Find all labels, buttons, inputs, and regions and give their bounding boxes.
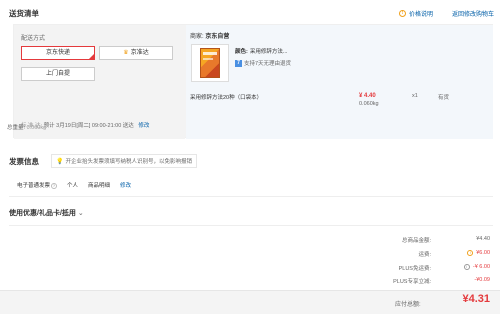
invoice-type-label: 电子普通发票 bbox=[17, 183, 51, 189]
total-weight-value: 0.060kg bbox=[26, 125, 47, 131]
book-cover-icon bbox=[200, 48, 220, 78]
invoice-type: 电子普通发票? bbox=[17, 181, 58, 189]
shipping-method-label: 配送方式 bbox=[21, 36, 46, 42]
info-icon[interactable]: ! bbox=[467, 250, 474, 256]
invoice-tip-text: 开企业抬头发票须填写纳税人识别号，以免影响报销 bbox=[65, 159, 192, 165]
summary-label: PLUS免运费: bbox=[398, 266, 431, 272]
summary-value: -¥0.09 bbox=[474, 277, 490, 283]
product-name[interactable]: 采用修辞方法20种（口袋本） bbox=[190, 93, 262, 101]
return-policy-tag: 7 支持7天无理由退货 bbox=[235, 59, 291, 67]
delivery-time-value: 预计 3月19日[周二] 09:00-21:00 送达 bbox=[43, 123, 134, 129]
summary-row-plus-free-shipping: PLUS免运费: i -¥ 6.00 bbox=[300, 264, 490, 272]
product-color-value: 采用修辞方法... bbox=[249, 49, 288, 55]
lightbulb-icon: 💡 bbox=[56, 158, 64, 165]
summary-value: ! ¥6.00 bbox=[431, 250, 490, 258]
invoice-tip: 💡 开企业抬头发票须填写纳税人识别号，以免影响报销 bbox=[51, 154, 197, 168]
item-column: 商家: 京东自营 颜色: 采用修辞方法... 7 支持7天无理由退货 采用修辞方法… bbox=[186, 25, 493, 139]
coupon-toggle[interactable]: 使用优惠/礼品卡/抵用 ⌄ bbox=[9, 208, 84, 218]
product-color: 颜色: 采用修辞方法... bbox=[235, 47, 287, 55]
invoice-title: 发票信息 bbox=[9, 157, 39, 166]
seller-label: 商家: bbox=[190, 34, 204, 40]
shipping-options-column: 配送方式 京东快递 ♛ 京准达 上门自提 标 准 达: 预计 3月19日[周二] … bbox=[14, 25, 185, 139]
summary-row-shipping: 运费: ! ¥6.00 bbox=[300, 250, 490, 258]
invoice-modify-link[interactable]: 修改 bbox=[120, 181, 131, 189]
total-payable-value: ¥4.31 bbox=[462, 293, 490, 305]
info-icon: ! bbox=[399, 10, 406, 17]
divider bbox=[9, 196, 493, 197]
question-icon[interactable]: ? bbox=[51, 183, 58, 189]
summary-label: 总商品金额: bbox=[401, 238, 431, 244]
price-notice-link[interactable]: ! 价格说明 bbox=[399, 9, 433, 18]
shipping-option-self-pickup[interactable]: 上门自提 bbox=[21, 67, 95, 81]
total-weight-label: 总重量: bbox=[7, 125, 26, 131]
delivery-time-modify-link[interactable]: 修改 bbox=[138, 123, 149, 129]
shipping-fee-value: ¥6.00 bbox=[476, 250, 490, 256]
back-to-cart-link[interactable]: 返回修改购物车 bbox=[452, 9, 494, 18]
summary-row-plus-discount: PLUS专享立减: -¥0.09 bbox=[300, 277, 490, 285]
return-policy-icon: 7 bbox=[235, 59, 242, 67]
invoice-header: 个人 bbox=[67, 183, 79, 189]
chevron-down-icon: ⌄ bbox=[77, 210, 84, 217]
info-icon[interactable]: i bbox=[463, 264, 470, 270]
shipping-option-jd-express[interactable]: 京东快递 bbox=[21, 46, 95, 60]
delivery-list-title: 送货清单 bbox=[9, 9, 39, 18]
seller-name: 京东自营 bbox=[205, 34, 230, 40]
summary-label: 运费: bbox=[418, 252, 431, 258]
summary-row-goods-total: 总商品金额: ¥4.40 bbox=[300, 236, 490, 244]
coupon-title: 使用优惠/礼品卡/抵用 bbox=[9, 210, 76, 217]
shipment-panel: 配送方式 京东快递 ♛ 京准达 上门自提 标 准 达: 预计 3月19日[周二] … bbox=[13, 24, 493, 139]
total-payable-label: 应付总额: bbox=[395, 302, 421, 308]
summary-value: i -¥ 6.00 bbox=[431, 264, 490, 272]
crown-icon: ♛ bbox=[123, 50, 129, 56]
summary-value: ¥4.40 bbox=[476, 236, 490, 242]
total-weight: 总重量: 0.060kg bbox=[7, 123, 46, 131]
product-quantity: x1 bbox=[412, 93, 418, 99]
product-color-label: 颜色: bbox=[235, 49, 248, 55]
summary-label: PLUS专享立减: bbox=[393, 279, 431, 285]
product-price: ¥ 4.40 bbox=[359, 93, 376, 99]
seller-info: 商家: 京东自营 bbox=[190, 31, 229, 40]
product-weight: 0.060kg bbox=[359, 101, 379, 107]
invoice-details: 电子普通发票? 个人 商品明细 修改 bbox=[17, 181, 131, 189]
divider bbox=[9, 225, 493, 226]
return-policy-text: 支持7天无理由退货 bbox=[244, 61, 292, 67]
price-notice-label: 价格说明 bbox=[409, 12, 434, 18]
product-image[interactable] bbox=[191, 44, 229, 82]
shipping-option-jingzhunda-label: 京准达 bbox=[130, 50, 149, 56]
product-stock-status: 有货 bbox=[438, 95, 450, 101]
invoice-content: 商品明细 bbox=[88, 183, 111, 189]
plus-free-shipping-value: -¥ 6.00 bbox=[472, 264, 490, 270]
shipping-option-jingzhunda[interactable]: ♛ 京准达 bbox=[99, 46, 173, 60]
